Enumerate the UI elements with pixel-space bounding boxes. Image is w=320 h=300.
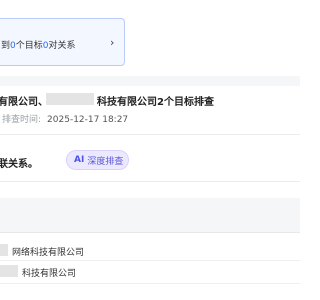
ai-deep-check-label: 深度排查 (87, 156, 124, 167)
redacted-name (0, 244, 8, 256)
ai-deep-check-button[interactable]: AI 深度排查 (66, 150, 129, 170)
company-name: 科技有限公司 (22, 269, 77, 279)
summary-prefix: 到 (1, 41, 11, 51)
company-row[interactable]: 科技有限公司 (0, 259, 300, 283)
redacted-name (46, 93, 94, 105)
section-separator (0, 198, 300, 232)
check-time-label: 排查时间: (2, 115, 42, 125)
company-name: 网络科技有限公司 (12, 248, 85, 258)
divider (0, 134, 300, 135)
section-separator (0, 76, 300, 86)
check-time-value: 2025-12-17 18:27 (47, 115, 129, 125)
ai-icon: AI (74, 155, 85, 165)
summary-card[interactable]: 到0个目标0对关系 › (0, 18, 125, 66)
relation-summary-text: 联关系。 (0, 159, 38, 170)
summary-text: 到0个目标0对关系 (1, 38, 76, 51)
result-title-part2: 科技有限公司2个目标排查 (97, 97, 214, 108)
chevron-right-icon[interactable]: › (110, 37, 114, 48)
result-title-part1: 有限公司、 (0, 97, 48, 108)
page: 到0个目标0对关系 › 有限公司、 科技有限公司2个目标排查 排查时间: 2025… (0, 0, 300, 300)
summary-suffix: 对关系 (48, 41, 76, 51)
divider (0, 232, 300, 233)
summary-middle: 个目标 (15, 41, 43, 51)
check-time-row: 排查时间: 2025-12-17 18:27 (2, 112, 128, 125)
divider (0, 283, 300, 284)
redacted-name (0, 265, 18, 277)
divider (0, 181, 300, 182)
